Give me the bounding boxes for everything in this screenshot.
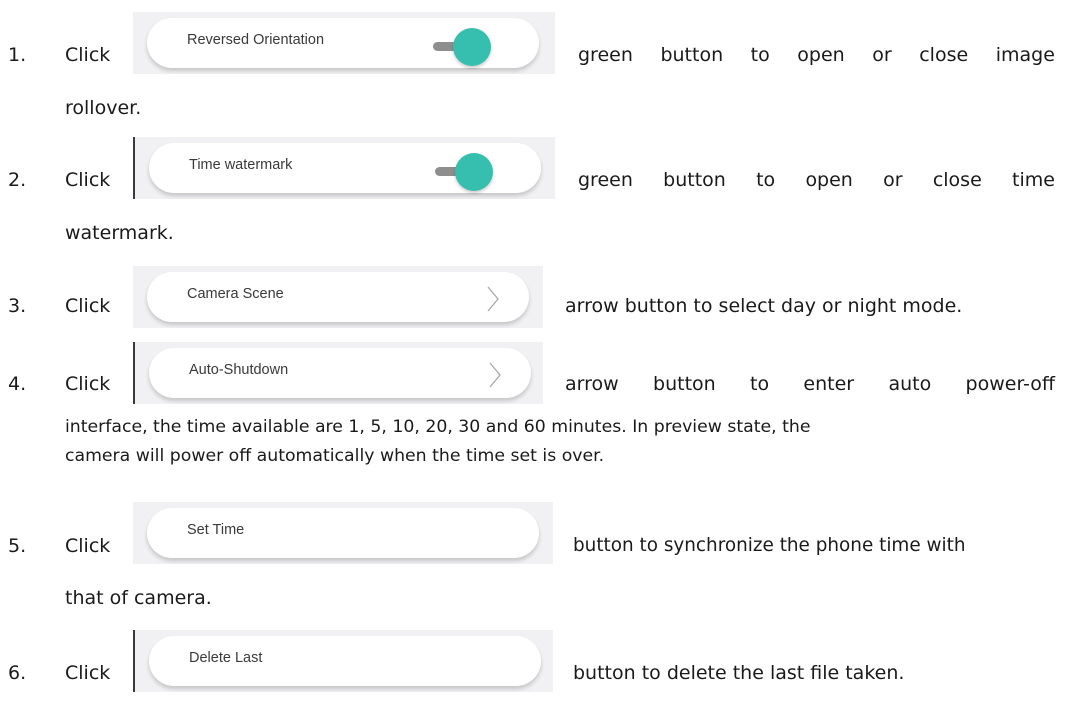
step-4-continuation-2: camera will power off automatically when… (65, 446, 605, 466)
click-word: Click (65, 295, 111, 317)
step-5-continuation: that of camera. (65, 587, 212, 609)
click-word: Click (65, 373, 111, 395)
click-word: Click (65, 169, 111, 191)
click-word: Click (65, 44, 111, 66)
time-watermark-toggle[interactable] (455, 153, 493, 191)
step-number: 2. (8, 169, 27, 191)
step-number: 3. (8, 295, 27, 317)
click-word: Click (65, 535, 111, 557)
auto-shutdown-button[interactable]: Auto-Shutdown (149, 348, 531, 398)
camera-scene-row: Camera Scene (133, 266, 543, 328)
chevron-right-icon[interactable] (489, 362, 501, 388)
step-4-continuation-1: interface, the time available are 1, 5, … (65, 417, 811, 437)
delete-last-button[interactable]: Delete Last (149, 636, 541, 686)
step-2-continuation: watermark. (65, 222, 174, 244)
camera-scene-label: Camera Scene (187, 286, 284, 302)
reversed-orientation-button[interactable]: Reversed Orientation (147, 18, 539, 68)
step-number: 1. (8, 44, 27, 66)
step-1-description: green button to open or close image (578, 44, 1055, 66)
step-number: 6. (8, 662, 27, 684)
chevron-right-icon[interactable] (487, 286, 499, 312)
step-number: 4. (8, 373, 27, 395)
step-3-description: arrow button to select day or night mode… (565, 295, 963, 317)
time-watermark-label: Time watermark (189, 157, 293, 173)
delete-last-row: Delete Last (133, 630, 553, 692)
step-2-description: green button to open or close time (578, 169, 1055, 191)
set-time-label: Set Time (187, 522, 245, 538)
time-watermark-button[interactable]: Time watermark (149, 143, 541, 193)
click-word: Click (65, 662, 111, 684)
delete-last-label: Delete Last (189, 650, 263, 666)
step-5-description: button to synchronize the phone time wit… (573, 535, 966, 556)
step-4-description: arrow button to enter auto power-off (565, 373, 1055, 395)
reversed-orientation-toggle[interactable] (453, 28, 491, 66)
time-watermark-row: Time watermark (133, 137, 555, 199)
camera-scene-button[interactable]: Camera Scene (147, 272, 529, 322)
step-1-continuation: rollover. (65, 97, 142, 119)
auto-shutdown-label: Auto-Shutdown (189, 362, 289, 378)
auto-shutdown-row: Auto-Shutdown (133, 342, 543, 404)
reversed-orientation-row: Reversed Orientation (133, 12, 555, 74)
step-6-description: button to delete the last file taken. (573, 662, 905, 684)
reversed-orientation-label: Reversed Orientation (187, 32, 325, 48)
step-number: 5. (8, 535, 27, 557)
set-time-button[interactable]: Set Time (147, 508, 539, 558)
set-time-row: Set Time (133, 502, 553, 564)
